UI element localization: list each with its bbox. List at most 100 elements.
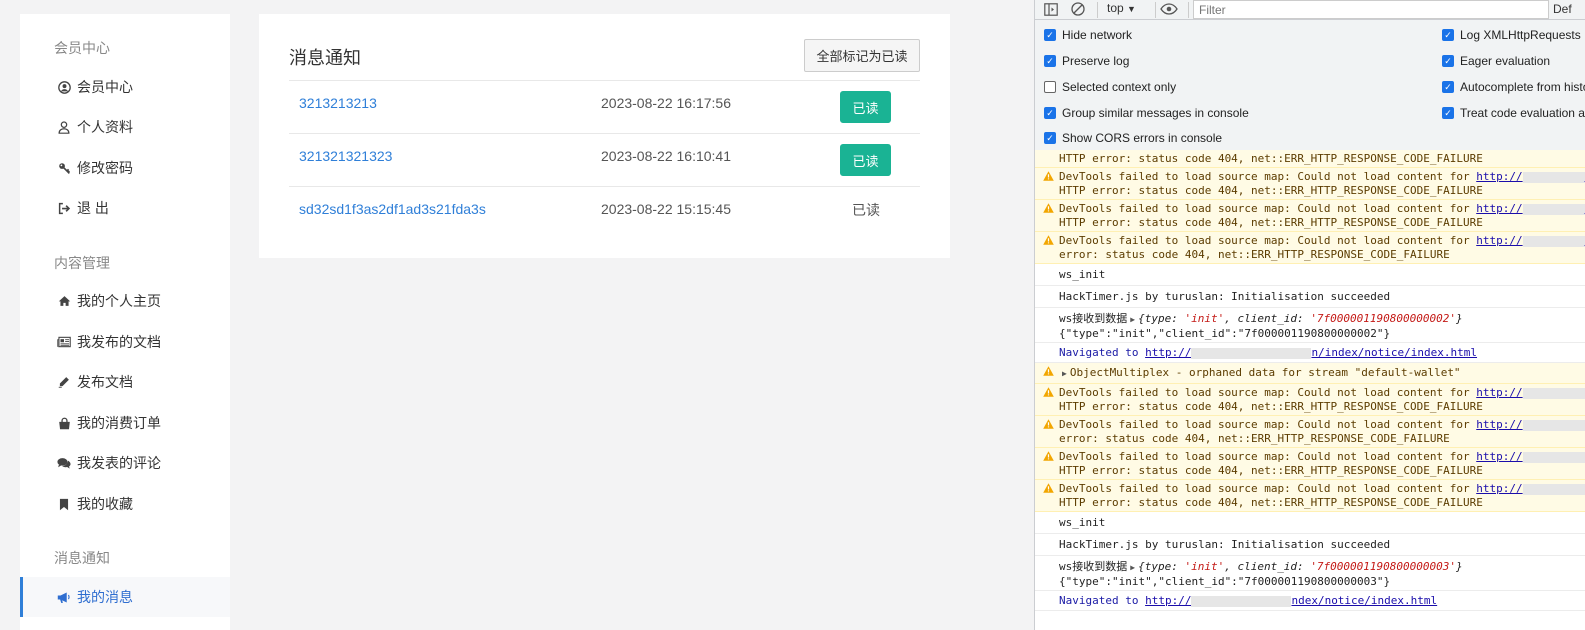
- warning-icon: [1043, 171, 1054, 181]
- source-map-link[interactable]: http://: [1476, 386, 1522, 399]
- toolbar-divider: [1155, 2, 1156, 18]
- console-text: DevTools failed to load source map: Coul…: [1059, 202, 1477, 215]
- filter-input[interactable]: [1193, 0, 1549, 19]
- expand-triangle-icon[interactable]: ▶: [1062, 369, 1067, 378]
- message-time: 2023-08-22 16:17:56: [601, 95, 731, 111]
- console-warning: DevTools failed to load source map: Coul…: [1035, 448, 1585, 480]
- console-warning: DevTools failed to load source map: Coul…: [1035, 200, 1585, 232]
- checkbox-checked-icon: ✓: [1044, 29, 1056, 41]
- setting-group-similar[interactable]: ✓ Group similar messages in console: [1044, 106, 1249, 120]
- console-log: ws_init: [1035, 512, 1585, 534]
- console-text: HTTP error: status code 404, net::ERR_HT…: [1059, 400, 1483, 413]
- object-key: client_id:: [1237, 312, 1311, 325]
- console-text: {"type":"init","client_id":"7f0000011908…: [1059, 575, 1391, 588]
- navigation-link-tail[interactable]: ndex/notice/index.html: [1291, 594, 1437, 607]
- object-value: '7f000001190800000002': [1310, 312, 1457, 325]
- source-map-link[interactable]: http://: [1476, 418, 1522, 431]
- table-row: 321321321323 2023-08-22 16:10:41 已读: [289, 133, 920, 186]
- sidebar-item-orders[interactable]: 我的消费订单: [20, 403, 230, 443]
- expand-triangle-icon[interactable]: ▶: [1130, 315, 1135, 324]
- sidebar-item-label: 我的消息: [77, 589, 133, 605]
- message-title-link[interactable]: sd32sd1f3as2df1ad3s21fda3s: [299, 201, 486, 217]
- redacted-url: [1191, 347, 1312, 359]
- sidebar-item-profile[interactable]: 个人资料: [20, 107, 230, 147]
- setting-label: Log XMLHttpRequests: [1460, 28, 1581, 42]
- shopping-bag-icon: [57, 416, 71, 430]
- setting-preserve-log[interactable]: ✓ Preserve log: [1044, 54, 1129, 68]
- console-text: HTTP error: status code 404, net::ERR_HT…: [1059, 152, 1483, 165]
- console-warning: HTTP error: status code 404, net::ERR_HT…: [1035, 150, 1585, 168]
- read-button[interactable]: 已读: [840, 144, 891, 176]
- context-selector[interactable]: top ▼: [1107, 1, 1136, 15]
- source-map-link[interactable]: http://: [1476, 450, 1522, 463]
- console-warning: DevTools failed to load source map: Coul…: [1035, 168, 1585, 200]
- warning-icon: [1043, 483, 1054, 493]
- expand-triangle-icon[interactable]: ▶: [1130, 563, 1135, 572]
- sidebar-toggle-icon[interactable]: [1043, 1, 1059, 17]
- read-button[interactable]: 已读: [840, 91, 891, 123]
- checkbox-unchecked-icon: [1044, 81, 1056, 93]
- source-map-link[interactable]: http://: [1476, 202, 1522, 215]
- message-title-link[interactable]: 3213213213: [299, 95, 377, 111]
- toolbar-divider: [1097, 2, 1098, 18]
- console-output: HTTP error: status code 404, net::ERR_HT…: [1035, 150, 1585, 630]
- object-value: 'init': [1184, 312, 1225, 325]
- setting-log-xhr[interactable]: ✓ Log XMLHttpRequests: [1442, 28, 1581, 42]
- message-title-link[interactable]: 321321321323: [299, 148, 392, 164]
- navigation-link-tail[interactable]: n/index/notice/index.html: [1311, 346, 1477, 359]
- log-level-selector[interactable]: Def: [1553, 2, 1572, 16]
- redacted-url: [1522, 387, 1585, 399]
- console-toolbar: top ▼ Def: [1035, 0, 1585, 20]
- object-key: client_id:: [1237, 560, 1311, 573]
- setting-show-cors[interactable]: ✓ Show CORS errors in console: [1044, 131, 1222, 145]
- page-title: 消息通知: [289, 48, 361, 68]
- key-icon: [57, 161, 71, 175]
- console-warning: DevTools failed to load source map: Coul…: [1035, 384, 1585, 416]
- clear-console-icon[interactable]: [1070, 1, 1086, 17]
- sidebar-item-logout[interactable]: 退 出: [20, 188, 230, 228]
- sidebar-item-favorites[interactable]: 我的收藏: [20, 484, 230, 524]
- message-table: 3213213213 2023-08-22 16:17:56 已读 321321…: [289, 80, 920, 239]
- navigation-link[interactable]: http://: [1145, 346, 1191, 359]
- source-map-link[interactable]: http://: [1476, 170, 1522, 183]
- sidebar-item-label: 退 出: [77, 200, 109, 216]
- sidebar-item-my-documents[interactable]: 我发布的文档: [20, 322, 230, 362]
- message-time: 2023-08-22 15:15:45: [601, 201, 731, 217]
- setting-treat-eval[interactable]: ✓ Treat code evaluation as user action: [1442, 106, 1585, 120]
- console-text: ws_init: [1059, 516, 1106, 529]
- table-row: sd32sd1f3as2df1ad3s21fda3s 2023-08-22 15…: [289, 186, 920, 239]
- eye-icon[interactable]: [1159, 1, 1179, 17]
- setting-selected-context[interactable]: Selected context only: [1044, 80, 1176, 94]
- mark-all-read-button[interactable]: 全部标记为已读: [804, 39, 920, 72]
- navigation-link[interactable]: http://: [1145, 594, 1191, 607]
- sidebar-item-member-center[interactable]: 会员中心: [20, 67, 230, 107]
- checkbox-checked-icon: ✓: [1442, 55, 1454, 67]
- sidebar-item-homepage[interactable]: 我的个人主页: [20, 281, 230, 321]
- sidebar-item-change-password[interactable]: 修改密码: [20, 148, 230, 188]
- sidebar-item-my-messages[interactable]: 我的消息: [20, 577, 230, 617]
- chevron-down-icon: ▼: [1127, 4, 1136, 14]
- console-text: DevTools failed to load source map: Coul…: [1059, 482, 1477, 495]
- console-text: DevTools failed to load source map: Coul…: [1059, 386, 1477, 399]
- sidebar-item-label: 我的收藏: [77, 496, 133, 512]
- source-map-link[interactable]: http://: [1476, 482, 1522, 495]
- setting-hide-network[interactable]: ✓ Hide network: [1044, 28, 1132, 42]
- sidebar: 会员中心 会员中心 个人资料 修改密码 退 出 内容管理 我的个人主页 我发布的…: [20, 14, 230, 630]
- console-text: ObjectMultiplex - orphaned data for stre…: [1069, 366, 1461, 379]
- source-map-link[interactable]: http://: [1476, 234, 1522, 247]
- setting-autocomplete[interactable]: ✓ Autocomplete from history: [1442, 80, 1585, 94]
- sidebar-item-comments[interactable]: 我发表的评论: [20, 443, 230, 483]
- warning-icon: [1043, 235, 1054, 245]
- console-text: ws_init: [1059, 268, 1106, 281]
- redacted-url: [1522, 235, 1585, 247]
- user-icon: [57, 120, 71, 134]
- console-text: error: status code 404, net::ERR_HTTP_RE…: [1059, 432, 1450, 445]
- sidebar-item-publish[interactable]: 发布文档: [20, 362, 230, 402]
- console-log: HackTimer.js by turuslan: Initialisation…: [1035, 286, 1585, 308]
- sidebar-item-label: 我发表的评论: [77, 455, 161, 471]
- setting-label: Autocomplete from history: [1460, 80, 1585, 94]
- setting-eager-eval[interactable]: ✓ Eager evaluation: [1442, 54, 1550, 68]
- redacted-url: [1522, 483, 1585, 495]
- object-value: '7f000001190800000003': [1310, 560, 1457, 573]
- redacted-url: [1191, 595, 1292, 607]
